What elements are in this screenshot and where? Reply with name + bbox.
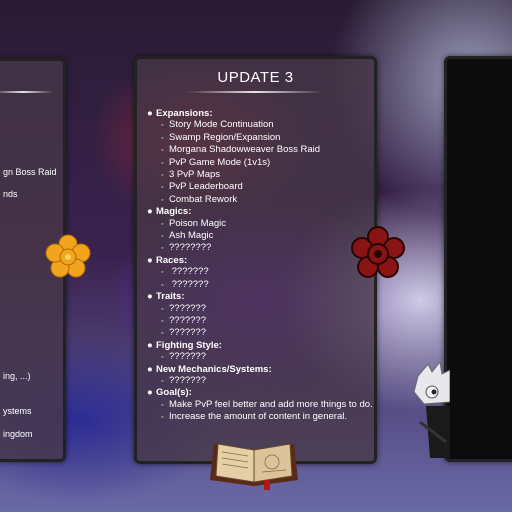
list-item: ◦ Poison Magic [147, 218, 375, 230]
list-item-text: Swamp Region/Expansion [169, 131, 281, 143]
list-item: ◦ Morgana Shadowweaver Boss Raid [147, 144, 375, 156]
list-item-text: ??????? [169, 302, 206, 314]
title-divider [187, 91, 323, 93]
list-item: ◦ Ash Magic [147, 230, 375, 242]
sub-bullet-icon: ◦ [161, 220, 164, 228]
list-item: ◦??????? [147, 327, 375, 339]
list-item: ◦ 3 PvP Maps [147, 169, 375, 181]
bullet-icon: ● [147, 206, 153, 218]
list-item-text: Ash Magic [169, 230, 214, 242]
update-title: UPDATE 3 [217, 69, 294, 86]
bullet-icon: ● [147, 291, 153, 303]
section-heading-text: Magics: [156, 206, 192, 218]
list-item-text: ??????? [169, 374, 206, 386]
bullet-icon: ● [147, 363, 153, 375]
list-item-text: Increase the amount of content in genera… [169, 411, 347, 423]
section-heading-text: Expansions: [156, 108, 213, 119]
sub-bullet-icon: ◦ [161, 317, 164, 325]
section-heading-text: New Mechanics/Systems: [156, 363, 272, 375]
section-heading: ● New Mechanics/Systems: [147, 364, 375, 375]
golden-flower-emblem-icon [45, 234, 91, 278]
sub-bullet-icon: ◦ [161, 245, 164, 253]
sub-bullet-icon: ◦ [161, 159, 164, 167]
section-heading: ● Expansions: [147, 108, 375, 119]
list-item-text: 3 PvP Maps [169, 169, 221, 181]
left-title-divider [0, 91, 53, 93]
list-item: ◦ PvP Game Mode (1v1s) [147, 157, 375, 169]
list-item: ◦ Make PvP feel better and add more thing… [147, 399, 375, 411]
open-spellbook-icon [210, 443, 298, 490]
sub-bullet-icon: ◦ [161, 134, 164, 142]
update-panel: UPDATE 3 ● Expansions: ◦ Story Mode Continu… [134, 56, 377, 464]
left-line-2: nds [3, 189, 18, 199]
crimson-flower-emblem-icon [351, 226, 405, 278]
list-item: ◦??????? [147, 315, 375, 327]
white-haired-character-icon [413, 362, 450, 458]
list-item: ◦ ??????? [147, 279, 375, 291]
list-item-text: ???????? [169, 242, 212, 254]
sub-bullet-icon: ◦ [161, 172, 164, 180]
left-line-1: gn Boss Raid [3, 167, 57, 177]
list-item-text: Story Mode Continuation [169, 119, 274, 131]
section-heading-text: Races: [156, 254, 188, 266]
list-item-text: ??????? [169, 278, 209, 290]
sub-bullet-icon: ◦ [161, 377, 164, 385]
list-item-text: ??????? [169, 327, 206, 339]
list-item: ◦ Swamp Region/Expansion [147, 132, 375, 144]
list-item: ◦??????? [147, 375, 375, 387]
list-item-text: PvP Leaderboard [169, 181, 243, 193]
list-item-text: Combat Rework [169, 193, 238, 205]
section-heading: ● Fighting Style: [147, 340, 375, 351]
bullet-icon: ● [147, 108, 153, 119]
bullet-icon: ● [147, 339, 153, 351]
update-content: ● Expansions: ◦ Story Mode Continuation ◦ Swa… [147, 108, 375, 424]
list-item-text: ??????? [169, 266, 209, 278]
list-item: ◦ Combat Rework [147, 194, 375, 206]
bullet-icon: ● [147, 254, 153, 266]
list-item: ◦ PvP Leaderboard [147, 181, 375, 193]
section-heading: ● Traits: [147, 291, 375, 302]
section-heading: ● Magics: [147, 206, 375, 217]
left-line-4: ystems [3, 406, 32, 416]
list-item: ◦??????? [147, 303, 375, 315]
sub-bullet-icon: ◦ [161, 269, 164, 277]
section-heading-text: Goal(s): [156, 387, 192, 399]
list-item-text: Make PvP feel better and add more things… [169, 398, 373, 410]
list-item-text: Poison Magic [169, 217, 227, 229]
sub-bullet-icon: ◦ [161, 122, 164, 130]
section-heading-text: Fighting Style: [156, 339, 222, 351]
sub-bullet-icon: ◦ [161, 281, 164, 289]
sub-bullet-icon: ◦ [161, 414, 164, 422]
bullet-icon: ● [147, 387, 153, 399]
list-item: ◦??????? [147, 351, 375, 363]
list-item-text: Morgana Shadowweaver Boss Raid [169, 144, 321, 156]
section-heading-text: Traits: [156, 291, 185, 303]
list-item: ◦ ??????? [147, 266, 375, 278]
list-item: ◦ Story Mode Continuation [147, 119, 375, 131]
sub-bullet-icon: ◦ [161, 305, 164, 313]
panel-right [444, 56, 512, 462]
sub-bullet-icon: ◦ [161, 184, 164, 192]
section-heading: ● Races: [147, 255, 375, 266]
sub-bullet-icon: ◦ [161, 401, 164, 409]
sub-bullet-icon: ◦ [161, 330, 164, 338]
list-item-text: ??????? [169, 314, 206, 326]
list-item: ◦???????? [147, 242, 375, 254]
sub-bullet-icon: ◦ [161, 354, 164, 362]
sub-bullet-icon: ◦ [161, 147, 164, 155]
sub-bullet-icon: ◦ [161, 233, 164, 241]
left-line-3: ing, ...) [3, 371, 31, 381]
list-item-text: ??????? [169, 351, 206, 363]
sub-bullet-icon: ◦ [161, 196, 164, 204]
list-item-text: PvP Game Mode (1v1s) [169, 156, 271, 168]
left-line-5: ingdom [3, 429, 33, 439]
section-heading: ● Goal(s): [147, 387, 375, 398]
list-item: ◦ Increase the amount of content in gener… [147, 411, 375, 423]
